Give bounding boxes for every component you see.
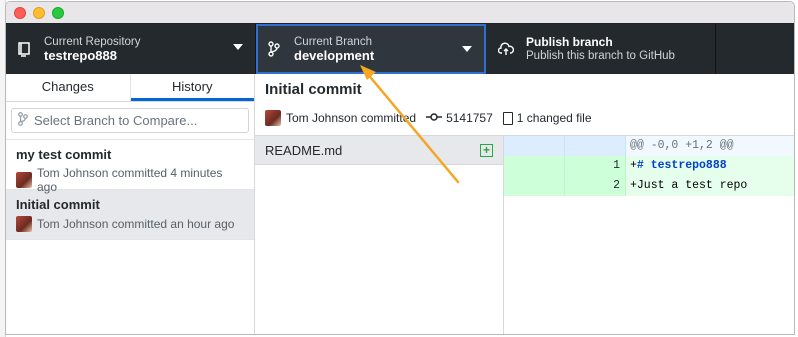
repo-name: testrepo888	[44, 48, 117, 63]
compare-placeholder: Select Branch to Compare...	[34, 113, 198, 128]
commit-list-item[interactable]: my test commit Tom Johnson committed 4 m…	[6, 140, 254, 194]
close-window-button[interactable]	[14, 6, 26, 19]
changed-files-list: README.md +	[255, 136, 504, 334]
cloud-upload-icon	[498, 40, 514, 58]
sidebar: Changes History Select Branch to Compare…	[6, 74, 255, 334]
diff-prefix: +	[630, 159, 637, 172]
commit-title: my test commit	[16, 147, 112, 162]
compare-branch-input[interactable]: Select Branch to Compare...	[11, 108, 249, 133]
branch-icon	[18, 112, 28, 129]
toolbar: Current Repository testrepo888 Current B…	[6, 24, 794, 74]
commit-meta: Tom Johnson committed an hour ago	[37, 217, 235, 231]
changed-files-count: 1 changed file	[516, 111, 592, 125]
file-list-item[interactable]: README.md +	[255, 136, 503, 165]
diff-hunk-header: @@ -0,0 +1,2 @@	[504, 136, 794, 156]
commit-detail-title: Initial commit	[265, 81, 362, 98]
branch-icon	[266, 40, 282, 58]
commit-sha[interactable]: 5141757	[426, 111, 493, 125]
commit-author: Tom Johnson committed	[286, 111, 417, 125]
chevron-down-icon	[462, 46, 472, 52]
repo-label: Current Repository	[44, 36, 141, 48]
tab-history[interactable]: History	[130, 74, 254, 101]
diff-line[interactable]: 2 +Just a test repo	[504, 176, 794, 196]
commit-list: my test commit Tom Johnson committed 4 m…	[6, 139, 254, 240]
avatar	[16, 172, 32, 188]
commit-summary: Initial commit Tom Johnson committed 514…	[255, 74, 794, 136]
zoom-window-button[interactable]	[52, 6, 64, 19]
branch-name: development	[294, 48, 375, 63]
tab-changes[interactable]: Changes	[6, 74, 131, 101]
github-desktop-window: Current Repository testrepo888 Current B…	[5, 1, 795, 335]
publish-sublabel: Publish this branch to GitHub	[526, 50, 675, 62]
file-added-icon: +	[480, 143, 493, 157]
line-number: 2	[565, 176, 626, 196]
minimize-window-button[interactable]	[33, 6, 45, 19]
publish-label: Publish branch	[526, 35, 613, 49]
avatar	[16, 216, 32, 232]
repo-icon	[16, 40, 32, 58]
diff-line-text: # testrepo888	[636, 159, 727, 172]
current-repository-button[interactable]: Current Repository testrepo888	[6, 24, 256, 74]
line-number: 1	[565, 156, 626, 176]
diff-line-text: Just a test repo	[636, 179, 748, 192]
avatar	[265, 110, 281, 126]
file-diff-icon	[502, 111, 513, 125]
diff-prefix: +	[630, 179, 637, 192]
hunk-text: @@ -0,0 +1,2 @@	[630, 139, 734, 152]
git-commit-icon	[426, 111, 443, 125]
commit-sha-text: 5141757	[446, 111, 493, 125]
file-name: README.md	[265, 142, 343, 158]
commit-detail-pane: Initial commit Tom Johnson committed 514…	[255, 74, 794, 334]
commit-meta: Tom Johnson committed 4 minutes ago	[37, 166, 223, 194]
diff-area: README.md + @@ -0,0 +1,2 @@ 1 +# testrep…	[255, 136, 794, 334]
chevron-down-icon	[233, 44, 243, 50]
current-branch-button[interactable]: Current Branch development	[256, 24, 486, 74]
commit-list-item-selected[interactable]: Initial commit Tom Johnson committed an …	[6, 190, 254, 240]
title-bar	[6, 2, 794, 24]
publish-branch-button[interactable]: Publish branch Publish this branch to Gi…	[486, 24, 716, 74]
diff-line[interactable]: 1 +# testrepo888	[504, 156, 794, 176]
branch-label: Current Branch	[294, 36, 372, 48]
diff-view: @@ -0,0 +1,2 @@ 1 +# testrepo888 2 +Just…	[504, 136, 794, 334]
sidebar-tabs: Changes History	[6, 74, 254, 102]
commit-title: Initial commit	[16, 197, 100, 212]
main-area: Changes History Select Branch to Compare…	[6, 74, 794, 334]
